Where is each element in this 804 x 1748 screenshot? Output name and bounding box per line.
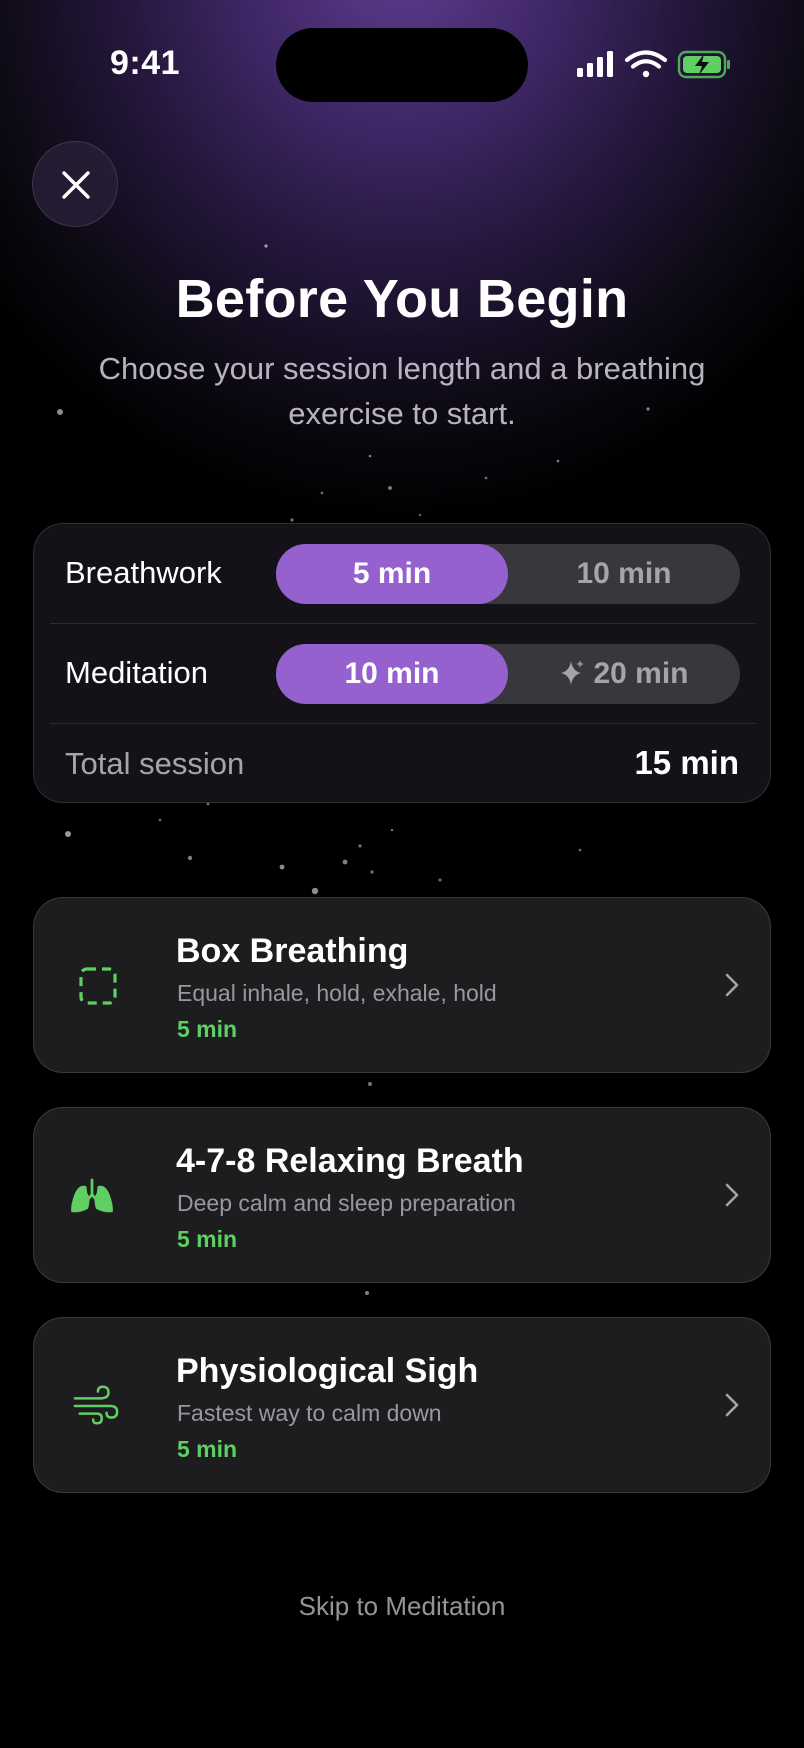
close-icon (62, 171, 90, 199)
exercise-duration: 5 min (177, 1436, 238, 1462)
breathwork-label: Breathwork (65, 555, 222, 590)
close-button[interactable] (32, 141, 118, 227)
exercise-duration: 5 min (177, 1016, 238, 1042)
exercise-title: Box Breathing (176, 932, 409, 970)
exercise-description: Equal inhale, hold, exhale, hold (177, 980, 497, 1006)
chevron-right-icon (725, 973, 739, 997)
breathwork-option-10-min[interactable]: 10 min (508, 544, 740, 604)
meditation-option-20-min[interactable]: 20 min (508, 644, 740, 704)
total-session-value: 15 min (634, 744, 739, 781)
meditation-option-20-min-label: 20 min (593, 657, 689, 690)
wifi-icon (624, 50, 668, 78)
exercise-title: Physiological Sigh (176, 1352, 479, 1390)
meditation-option-10-min[interactable]: 10 min (276, 644, 508, 704)
breathwork-option-5-min[interactable]: 5 min (276, 544, 508, 604)
exercise-duration: 5 min (177, 1226, 238, 1252)
divider (50, 623, 756, 624)
page-subtitle: Choose your session length and a breathi… (98, 351, 706, 431)
battery-charging-icon (677, 50, 730, 79)
page-title: Before You Begin (175, 269, 629, 329)
chevron-right-icon (725, 1183, 739, 1207)
skip-to-meditation-link[interactable]: Skip to Meditation (0, 1591, 804, 1622)
dashed-square-icon (79, 967, 117, 1005)
meditation-label: Meditation (65, 655, 209, 690)
status-bar: 9:41 (0, 0, 804, 130)
chevron-right-icon (725, 1393, 739, 1417)
exercise-description: Deep calm and sleep preparation (177, 1190, 516, 1216)
status-icons (577, 50, 730, 79)
wind-icon (73, 1385, 119, 1425)
breathwork-duration-control: 5 min 10 min (276, 544, 740, 604)
exercise-title: 4-7-8 Relaxing Breath (176, 1142, 524, 1180)
lungs-icon (71, 1178, 113, 1213)
exercise-card-physiological-sigh[interactable]: Physiological Sigh Fastest way to calm d… (33, 1317, 771, 1493)
sparkle-icon (561, 660, 585, 686)
exercise-card-4-7-8-relaxing-breath[interactable]: 4-7-8 Relaxing Breath Deep calm and slee… (33, 1107, 771, 1283)
meditation-duration-control: 10 min 20 min (276, 644, 740, 704)
status-time: 9:41 (110, 44, 181, 82)
exercise-card-box-breathing[interactable]: Box Breathing Equal inhale, hold, exhale… (33, 897, 771, 1073)
session-length-card: Breathwork 5 min 10 min Meditation 10 mi… (33, 523, 771, 803)
total-session-label: Total session (65, 746, 245, 781)
cellular-signal-icon (577, 51, 613, 77)
exercise-description: Fastest way to calm down (177, 1400, 442, 1426)
divider (50, 723, 756, 724)
dynamic-island (276, 28, 528, 102)
